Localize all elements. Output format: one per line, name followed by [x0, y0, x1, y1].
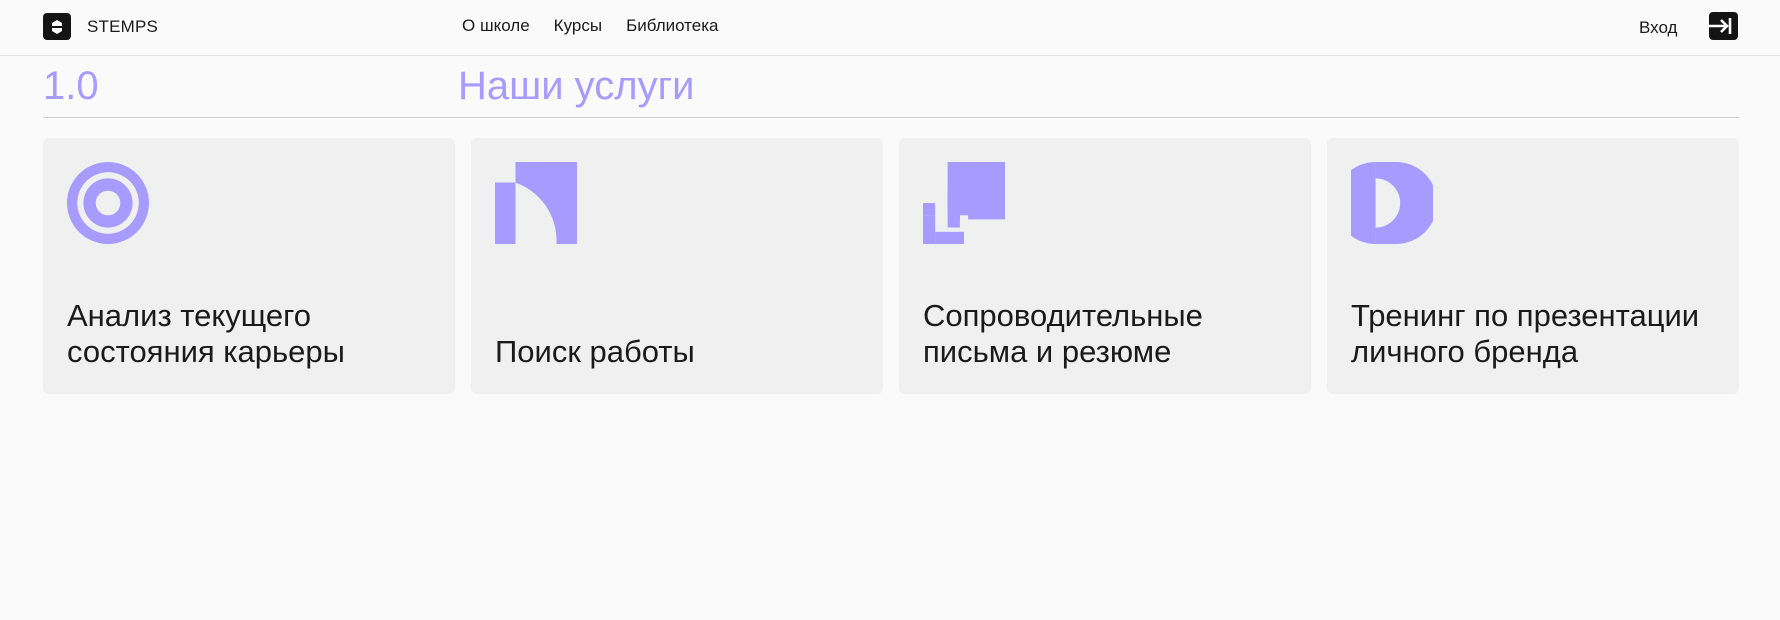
personal-brand-icon [1351, 162, 1433, 244]
career-analysis-icon [67, 162, 149, 244]
main-nav: О школе Курсы Библиотека [462, 16, 719, 36]
login-link[interactable]: Вход [1639, 18, 1677, 38]
top-header: STEMPS О школе Курсы Библиотека Вход [0, 0, 1780, 56]
login-arrow-icon[interactable] [1707, 12, 1738, 40]
service-card-personal-brand[interactable]: Тренинг по презентации личного бренда [1327, 138, 1739, 394]
service-title: Анализ текущего состояния карьеры [67, 298, 345, 369]
service-card-career-analysis[interactable]: Анализ текущего состояния карьеры [43, 138, 455, 394]
cover-letters-icon [923, 162, 1005, 244]
brand-name[interactable]: STEMPS [87, 17, 158, 37]
services-list: Анализ текущего состояния карьеры Поиск … [43, 138, 1739, 394]
stemps-logo-icon[interactable] [43, 13, 71, 40]
service-title: Поиск работы [495, 334, 695, 369]
section-number: 1.0 [43, 64, 99, 108]
nav-item-about[interactable]: О школе [462, 16, 530, 36]
service-card-job-search[interactable]: Поиск работы [471, 138, 883, 394]
nav-item-library[interactable]: Библиотека [626, 16, 718, 36]
nav-item-courses[interactable]: Курсы [554, 16, 602, 36]
section-title: Наши услуги [458, 64, 695, 108]
section-divider [43, 117, 1739, 118]
service-card-cover-letters[interactable]: Сопроводительные письма и резюме [899, 138, 1311, 394]
service-title: Сопроводительные письма и резюме [923, 298, 1203, 369]
job-search-icon [495, 162, 577, 244]
service-title: Тренинг по презентации личного бренда [1351, 298, 1700, 369]
